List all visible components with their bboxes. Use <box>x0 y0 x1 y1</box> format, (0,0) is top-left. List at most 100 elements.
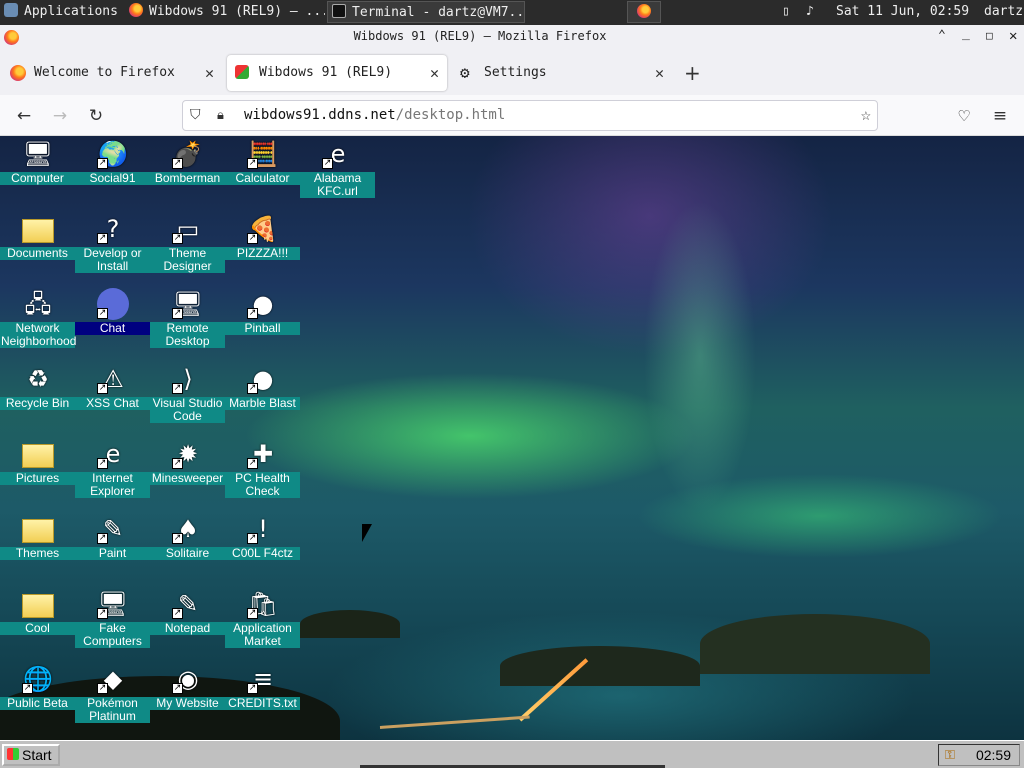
desktop-icon[interactable]: Pictures <box>0 436 75 511</box>
desktop-icon[interactable]: ⚠ ↗ XSS Chat <box>75 361 150 436</box>
desktop-icon[interactable]: 💣 ↗ Bomberman <box>150 136 225 211</box>
window-titlebar[interactable]: Wibdows 91 (REL9) — Mozilla Firefox ⌃ _ … <box>0 25 1024 51</box>
desktop-icon[interactable]: ♻ Recycle Bin <box>0 361 75 436</box>
panel-clock[interactable]: Sat 11 Jun, 02:59 <box>832 1 982 23</box>
shortcut-arrow-icon: ↗ <box>247 233 258 244</box>
tab-settings[interactable]: ⚙ Settings ✕ <box>452 55 672 91</box>
reload-button[interactable]: ↻ <box>83 103 109 129</box>
desktop-icon[interactable]: e ↗ Alabama KFC.url <box>300 136 375 211</box>
desktop-icon[interactable]: Documents <box>0 211 75 286</box>
desktop-icon-label: Remote Desktop <box>150 322 225 348</box>
shortcut-arrow-icon: ↗ <box>247 608 258 619</box>
url-text: wibdows91.ddns.net/desktop.html <box>244 101 505 130</box>
firefox-icon <box>10 65 26 81</box>
desktop-icon-label: Develop or Install <box>75 247 150 273</box>
back-button[interactable]: ← <box>11 103 37 129</box>
desktop-icon[interactable]: ● ↗ Marble Blast <box>225 361 300 436</box>
shortcut-arrow-icon: ↗ <box>247 533 258 544</box>
close-tab-icon[interactable]: ✕ <box>655 55 664 91</box>
desktop-icon[interactable]: 🖥 ↗ Remote Desktop <box>150 286 225 361</box>
shortcut-arrow-icon: ↗ <box>97 533 108 544</box>
minimize-button[interactable]: _ <box>962 26 970 41</box>
desktop-icon[interactable]: 🖧 Network Neighborhood <box>0 286 76 361</box>
desktop-icon-label: Bomberman <box>150 172 225 185</box>
desktop-icon-label: Theme Designer <box>150 247 225 273</box>
forward-button[interactable]: → <box>47 103 73 129</box>
shortcut-arrow-icon: ↗ <box>172 683 183 694</box>
desktop-icon-label: PC Health Check <box>225 472 300 498</box>
tab-welcome[interactable]: Welcome to Firefox ✕ <box>2 55 222 91</box>
desktop-icon[interactable]: ✎ ↗ Paint <box>75 511 150 586</box>
desktop-icon[interactable]: ≡ ↗ CREDITS.txt <box>225 661 300 736</box>
pocket-icon[interactable]: ♡ <box>951 103 977 129</box>
panel-task-terminal[interactable]: Terminal - dartz@VM7... <box>327 1 525 23</box>
maximize-button[interactable]: □ <box>986 29 993 42</box>
desktop-icon[interactable]: 🛍 ↗ Application Market <box>225 586 300 661</box>
firefox-icon <box>129 3 143 17</box>
close-tab-icon[interactable]: ✕ <box>205 55 214 91</box>
desktop-icon[interactable]: ! ↗ C00L F4ctz <box>225 511 300 586</box>
panel-user[interactable]: dartz <box>980 1 1024 23</box>
desktop-icon[interactable]: 🧮 ↗ Calculator <box>225 136 300 211</box>
desktop-icon[interactable]: ↗ Chat <box>75 286 150 361</box>
desktop-icon[interactable]: 🖥 ↗ Fake Computers <box>75 586 150 661</box>
desktop-icon[interactable]: 🖥 Computer <box>0 136 75 211</box>
new-tab-button[interactable]: + <box>684 61 701 85</box>
url-bar[interactable]: ⛉ 🔒︎ wibdows91.ddns.net/desktop.html ☆ <box>182 100 878 131</box>
wibdows-desktop[interactable]: 🖥 Computer 🌍 ↗ Social91 💣 ↗ Bomberman 🧮 ↗ Calculat… <box>0 136 1024 740</box>
menu-hamburger-icon[interactable]: ≡ <box>987 103 1013 129</box>
shortcut-arrow-icon: ↗ <box>97 158 108 169</box>
panel-launcher-firefox[interactable] <box>627 1 661 23</box>
desktop-icon[interactable]: 🌐 ↗ Public Beta <box>0 661 75 736</box>
desktop-icon-label: Pokémon Platinum <box>75 697 150 723</box>
shield-icon[interactable]: ⛉ <box>190 101 201 130</box>
minimize-chevron-icon[interactable]: ⌃ <box>938 28 946 43</box>
desktop-icon-label: Computer <box>0 172 75 185</box>
desktop-icon[interactable]: 🌍 ↗ Social91 <box>75 136 150 211</box>
taskbar: Start ⚿ 02:59 <box>0 740 1024 768</box>
desktop-icon[interactable]: ⟩ ↗ Visual Studio Code <box>150 361 225 436</box>
key-icon[interactable]: ⚿ <box>945 745 955 765</box>
desktop-icon-label: Solitaire <box>150 547 225 560</box>
tab-label: Wibdows 91 (REL9) <box>259 65 393 80</box>
close-tab-icon[interactable]: ✕ <box>430 55 439 91</box>
desktop-icon[interactable]: ✎ ↗ Notepad <box>150 586 225 661</box>
desktop-icon[interactable]: ◉ ↗ My Website <box>150 661 225 736</box>
tab-wibdows[interactable]: Wibdows 91 (REL9) ✕ <box>227 55 447 91</box>
folder-icon <box>22 519 54 543</box>
desktop-icon[interactable]: Cool <box>0 586 75 661</box>
applications-menu[interactable]: Applications <box>0 1 122 23</box>
bridge-road <box>379 715 530 729</box>
desktop-icon-label: Marble Blast <box>225 397 300 410</box>
shortcut-arrow-icon: ↗ <box>172 458 183 469</box>
desktop-icon[interactable]: 🍕 ↗ PIZZZA!!! <box>225 211 300 286</box>
panel-task-firefox[interactable]: Wibdows 91 (REL9) — ... <box>125 1 325 23</box>
folder-icon <box>22 594 54 618</box>
shortcut-arrow-icon: ↗ <box>97 683 108 694</box>
desktop-icon-label: Visual Studio Code <box>150 397 225 423</box>
start-button[interactable]: Start <box>2 744 60 766</box>
wibdows-icon <box>235 65 249 79</box>
desktop-icon[interactable]: e ↗ Internet Explorer <box>75 436 150 511</box>
desktop-icon[interactable]: ♠ ↗ Solitaire <box>150 511 225 586</box>
battery-icon[interactable]: ▯ <box>778 1 796 23</box>
shortcut-arrow-icon: ↗ <box>97 383 108 394</box>
desktop-icon[interactable]: ✹ ↗ Minesweeper <box>150 436 225 511</box>
shortcut-arrow-icon: ↗ <box>247 683 258 694</box>
desktop-icon[interactable]: ◆ ↗ Pokémon Platinum <box>75 661 150 736</box>
taskbar-clock[interactable]: 02:59 <box>976 747 1011 763</box>
desktop-icon-label: Pictures <box>0 472 75 485</box>
lock-icon[interactable]: 🔒︎ <box>217 101 224 130</box>
desktop-icon[interactable]: ● ↗ Pinball <box>225 286 300 361</box>
desktop-icon[interactable]: ? ↗ Develop or Install <box>75 211 150 286</box>
shortcut-arrow-icon: ↗ <box>247 458 258 469</box>
panel-task-label: Terminal - dartz@VM7... <box>352 5 525 20</box>
desktop-icon[interactable]: ▭ ↗ Theme Designer <box>150 211 225 286</box>
desktop-icon-label: Chat <box>75 322 150 335</box>
notification-bell-icon[interactable]: ♪ <box>802 1 822 23</box>
desktop-icon[interactable]: ✚ ↗ PC Health Check <box>225 436 300 511</box>
bookmark-star-icon[interactable]: ☆ <box>861 101 871 130</box>
close-button[interactable]: ✕ <box>1009 28 1017 44</box>
desktop-icon[interactable]: Themes <box>0 511 75 586</box>
desktop-icon-label: Alabama KFC.url <box>300 172 375 198</box>
